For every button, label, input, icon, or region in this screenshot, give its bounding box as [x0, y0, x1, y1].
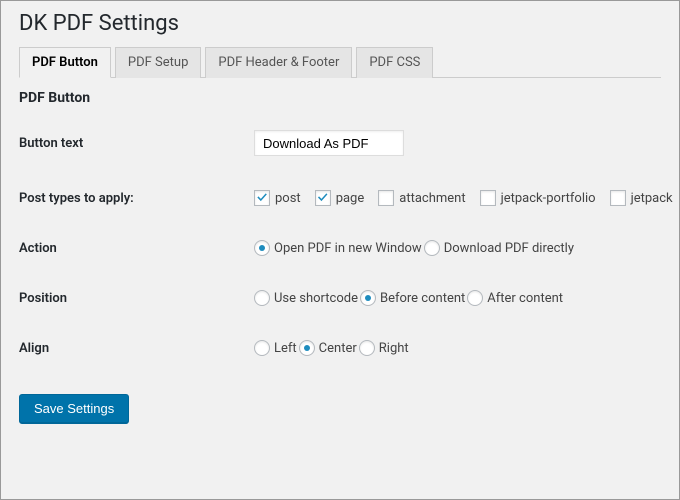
label-position: Position: [19, 291, 254, 306]
radio-align-right[interactable]: [359, 340, 375, 356]
checkbox-jetpack[interactable]: [610, 190, 626, 206]
radio-position-before[interactable]: [360, 290, 376, 306]
label-post-types: Post types to apply:: [19, 191, 254, 206]
radio-label: After content: [487, 291, 563, 306]
checkbox-attachment[interactable]: [378, 190, 394, 206]
radio-label: Before content: [380, 291, 465, 306]
radio-label: Download PDF directly: [444, 241, 574, 256]
row-position: Position Use shortcode Before content Af…: [19, 290, 661, 306]
radio-label: Center: [319, 341, 357, 356]
row-button-text: Button text: [19, 130, 661, 156]
radio-label: Left: [274, 341, 297, 356]
row-post-types: Post types to apply: post page attachmen…: [19, 190, 661, 206]
page-title: DK PDF Settings: [19, 5, 661, 46]
checkbox-label: post: [275, 191, 301, 206]
section-title: PDF Button: [19, 90, 661, 106]
save-button[interactable]: Save Settings: [19, 394, 129, 423]
radio-label: Use shortcode: [274, 291, 358, 306]
checkbox-label: jetpack-portfolio: [501, 191, 596, 206]
tab-pdf-setup[interactable]: PDF Setup: [115, 47, 201, 78]
radio-label: Right: [379, 341, 409, 356]
radio-align-left[interactable]: [254, 340, 270, 356]
label-action: Action: [19, 241, 254, 256]
tabs-nav: PDF Button PDF Setup PDF Header & Footer…: [19, 46, 661, 78]
tab-pdf-css[interactable]: PDF CSS: [356, 47, 433, 78]
checkbox-post[interactable]: [254, 190, 270, 206]
checkbox-page[interactable]: [315, 190, 331, 206]
radio-label: Open PDF in new Window: [274, 241, 422, 256]
input-button-text[interactable]: [254, 130, 404, 156]
radio-align-center[interactable]: [299, 340, 315, 356]
row-align: Align Left Center Right: [19, 340, 661, 356]
checkbox-label: page: [336, 191, 365, 206]
row-action: Action Open PDF in new Window Download P…: [19, 240, 661, 256]
label-button-text: Button text: [19, 136, 254, 151]
radio-position-after[interactable]: [467, 290, 483, 306]
checkbox-label: jetpack: [631, 191, 673, 206]
checkbox-jetpack-portfolio[interactable]: [480, 190, 496, 206]
label-align: Align: [19, 341, 254, 356]
radio-action-new-window[interactable]: [254, 240, 270, 256]
radio-action-download[interactable]: [424, 240, 440, 256]
radio-position-shortcode[interactable]: [254, 290, 270, 306]
settings-page: DK PDF Settings PDF Button PDF Setup PDF…: [1, 1, 679, 499]
checkbox-label: attachment: [399, 191, 465, 206]
tab-pdf-header-footer[interactable]: PDF Header & Footer: [205, 47, 352, 78]
tab-pdf-button[interactable]: PDF Button: [19, 47, 111, 78]
